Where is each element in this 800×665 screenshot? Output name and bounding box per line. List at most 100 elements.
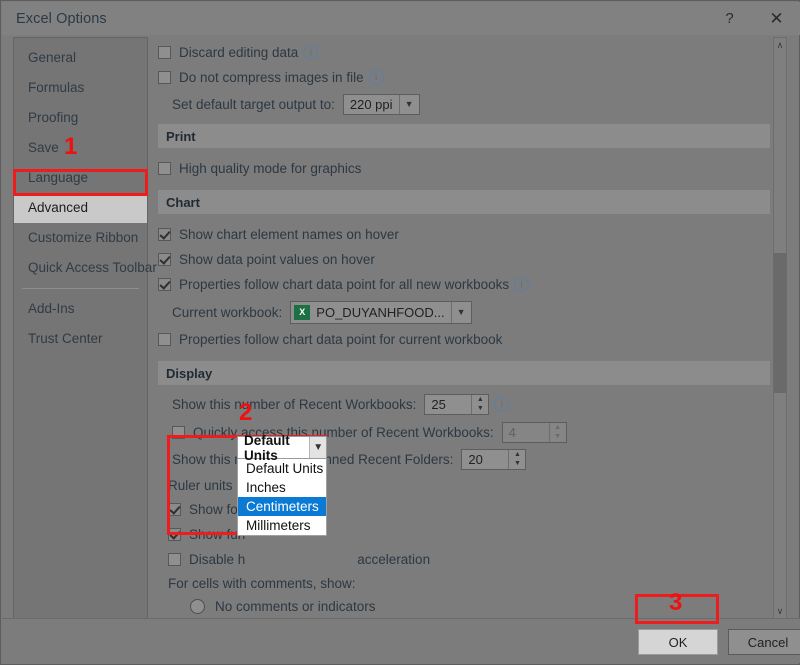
show-chart-element-names-row[interactable]: Show chart element names on hover [158,222,786,247]
show-chart-element-names-label: Show chart element names on hover [179,227,399,242]
show-formula-bar-label: Show for [189,502,243,517]
target-output-dropdown[interactable]: 220 ppi ▼ [342,93,420,115]
sidebar-item-advanced[interactable]: Advanced [14,193,147,223]
ruler-units-option-inches[interactable]: Inches [238,478,326,497]
chevron-down-icon[interactable]: ▼ [309,437,326,458]
stepper-up-icon[interactable]: ▲ [550,423,566,433]
properties-all-new-workbooks-checkbox[interactable] [158,278,171,291]
stepper-buttons[interactable]: ▲ ▼ [548,422,566,442]
excel-file-icon: X [294,304,311,320]
disable-hardware-acceleration-checkbox[interactable] [168,553,181,566]
cancel-button[interactable]: Cancel [728,629,800,655]
cells-with-comments-label: For cells with comments, show: [168,575,356,591]
annotation-step-3: 3 [669,589,683,616]
sidebar-item-formulas[interactable]: Formulas [14,73,147,103]
quick-access-value: 4 [508,424,516,440]
sidebar-item-add-ins[interactable]: Add-Ins [14,294,147,324]
chevron-down-icon[interactable]: ▼ [450,301,471,323]
quick-access-stepper[interactable]: 4 ▲ ▼ [501,421,567,443]
ruler-units-option-list[interactable]: Default Units Inches Centimeters Millime… [237,458,327,536]
properties-all-new-workbooks-label: Properties follow chart data point for a… [179,277,510,292]
disable-hardware-acceleration-tail: acceleration [357,552,431,567]
sidebar-divider [22,288,139,289]
do-not-compress-checkbox[interactable] [158,71,171,84]
excel-options-dialog: Excel Options ? ✕ General Formulas Proof… [0,0,800,665]
high-quality-graphics-checkbox[interactable] [158,162,171,175]
high-quality-graphics-row[interactable]: High quality mode for graphics [158,156,786,181]
sidebar-item-proofing[interactable]: Proofing [14,103,147,133]
sidebar-item-customize-ribbon[interactable]: Customize Ribbon [14,223,147,253]
scrollbar-thumb[interactable] [774,253,786,393]
show-function-screentips-checkbox[interactable] [168,528,181,541]
stepper-down-icon[interactable]: ▼ [472,404,488,414]
cells-with-comments-row: For cells with comments, show: [158,572,786,594]
page-title: Excel Options [16,10,107,27]
disable-hardware-acceleration-row[interactable]: Disable h acceleration [158,547,786,572]
discard-editing-data-label: Discard editing data [179,45,299,60]
recent-workbooks-label: Show this number of Recent Workbooks: [172,396,417,412]
discard-editing-data-checkbox[interactable] [158,46,171,59]
stepper-buttons[interactable]: ▲ ▼ [508,449,525,469]
radio-no-comments-label: No comments or indicators [215,599,376,614]
ruler-units-dropdown[interactable]: Default Units ▼ [237,433,327,463]
window-controls: ? ✕ [706,2,800,35]
sidebar-item-quick-access-toolbar[interactable]: Quick Access Toolbar [14,253,157,283]
ok-button[interactable]: OK [638,629,718,655]
target-output-row: Set default target output to: 220 ppi ▼ [158,90,786,118]
info-icon[interactable]: i [303,45,319,60]
options-sidebar: General Formulas Proofing Save Language … [13,37,157,619]
section-heading-display: Display [158,361,770,385]
current-workbook-value: PO_DUYANHFOOD... [316,304,445,320]
sidebar-item-trust-center[interactable]: Trust Center [14,324,147,354]
show-data-point-values-checkbox[interactable] [158,253,171,266]
ruler-units-label: Ruler units [168,477,233,493]
recent-folders-value: 20 [468,451,483,467]
do-not-compress-row[interactable]: Do not compress images in file i [158,65,786,90]
scroll-up-icon[interactable]: ∧ [774,38,786,52]
recent-workbooks-stepper[interactable]: 25 ▲ ▼ [424,393,490,415]
show-data-point-values-row[interactable]: Show data point values on hover [158,247,786,272]
annotation-step-2: 2 [239,399,253,426]
show-data-point-values-label: Show data point values on hover [179,252,375,267]
scroll-down-icon[interactable]: ∨ [774,604,786,618]
section-heading-chart: Chart [158,190,770,214]
stepper-down-icon[interactable]: ▼ [550,432,566,442]
current-workbook-row: Current workbook: X PO_DUYANHFOOD... ▼ [158,297,786,327]
radio-no-comments[interactable] [190,599,205,614]
section-heading-print: Print [158,124,770,148]
ruler-units-option-millimeters[interactable]: Millimeters [238,516,326,535]
disable-hardware-acceleration-label: Disable h [189,552,246,567]
content-scrollbar[interactable]: ∧ ∨ [773,37,787,619]
stepper-down-icon[interactable]: ▼ [509,459,525,469]
sidebar-item-save[interactable]: Save [14,133,147,163]
discard-editing-data-row[interactable]: Discard editing data i [158,40,786,65]
recent-folders-stepper[interactable]: 20 ▲ ▼ [461,448,527,470]
show-formula-bar-checkbox[interactable] [168,503,181,516]
help-icon[interactable]: ? [706,2,753,35]
properties-all-new-workbooks-row[interactable]: Properties follow chart data point for a… [158,272,786,297]
sidebar-item-language[interactable]: Language [14,163,147,193]
sidebar-item-general[interactable]: General [14,43,147,73]
ruler-units-value: Default Units [244,432,290,463]
info-icon[interactable]: i [494,396,510,412]
info-icon[interactable]: i [514,277,530,292]
close-icon[interactable]: ✕ [753,2,800,35]
show-chart-element-names-checkbox[interactable] [158,228,171,241]
do-not-compress-label: Do not compress images in file [179,70,364,85]
dialog-footer: OK Cancel [2,618,800,663]
properties-current-workbook-row[interactable]: Properties follow chart data point for c… [158,327,786,352]
stepper-up-icon[interactable]: ▲ [509,450,525,460]
target-output-value: 220 ppi [349,96,393,112]
properties-current-workbook-checkbox[interactable] [158,333,171,346]
quick-access-checkbox[interactable] [172,425,185,439]
properties-current-workbook-label: Properties follow chart data point for c… [179,332,503,347]
stepper-buttons[interactable]: ▲ ▼ [471,394,488,414]
current-workbook-dropdown[interactable]: X PO_DUYANHFOOD... ▼ [290,300,472,324]
radio-no-comments-row[interactable]: No comments or indicators [158,594,786,619]
annotation-step-1: 1 [64,133,78,160]
stepper-up-icon[interactable]: ▲ [472,395,488,405]
ruler-units-option-centimeters[interactable]: Centimeters [238,497,326,516]
info-icon[interactable]: i [368,70,384,85]
recent-workbooks-value: 25 [431,396,446,412]
chevron-down-icon[interactable]: ▼ [398,94,419,114]
